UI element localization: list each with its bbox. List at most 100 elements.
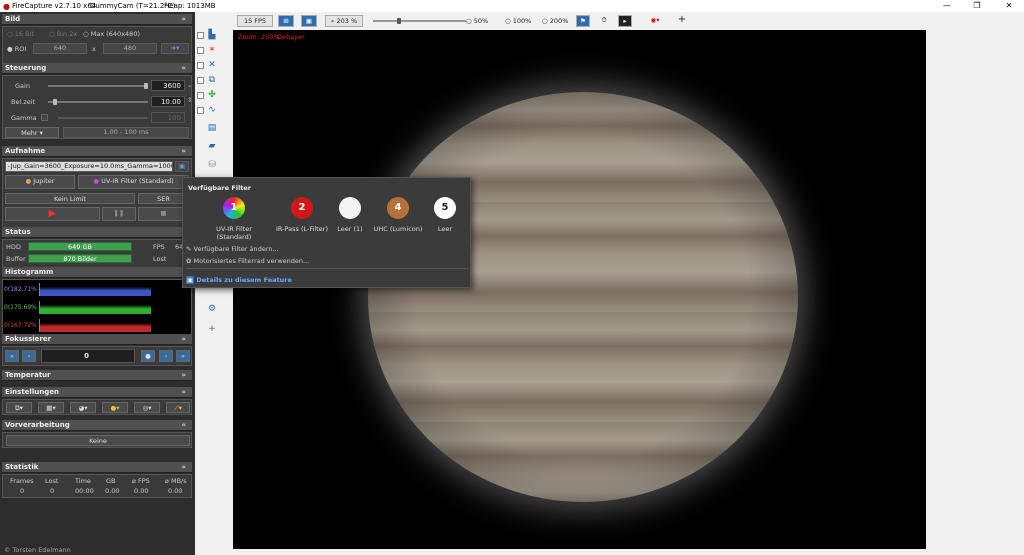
focus-position[interactable]: 0: [41, 349, 135, 363]
gain-slider-knob[interactable]: [144, 83, 148, 89]
tool-checkbox[interactable]: [197, 92, 204, 99]
limit-button[interactable]: Kein Limit: [5, 193, 135, 204]
filename-field[interactable]: -Jup_Gain=3600_Exposure=10.0ms_Gamma=100…: [5, 161, 173, 172]
screenshot-icon[interactable]: ▤: [206, 123, 218, 133]
details-link[interactable]: ▣ Details zu diesem Feature: [186, 276, 292, 284]
tool-checkbox[interactable]: [197, 77, 204, 84]
console-icon[interactable]: ▸: [618, 15, 632, 27]
preprocessing-button[interactable]: Keine: [6, 435, 190, 446]
focus-stop-button[interactable]: ●: [141, 350, 155, 362]
zoom-200-option[interactable]: ○ 200%: [542, 17, 568, 25]
bit16-option[interactable]: ○ 16 Bit: [7, 30, 34, 38]
add-tool-icon[interactable]: +: [206, 324, 218, 334]
bin2-option[interactable]: ○ Bin 2x: [49, 30, 77, 38]
add-icon[interactable]: +: [676, 15, 688, 27]
view-toolbar: 15 FPS ⊞ ▣ ⌕ 203 % ○ 50% ○ 100% ○ 200% ⚑…: [233, 12, 1024, 30]
zoom-slider[interactable]: [373, 20, 466, 22]
focus-back-button[interactable]: ‹: [22, 350, 36, 362]
maximize-button[interactable]: ❐: [962, 0, 992, 12]
color-tool-icon[interactable]: ✤: [206, 90, 218, 100]
record-button[interactable]: ▶: [5, 207, 100, 221]
collapse-icon[interactable]: «: [181, 14, 186, 25]
settings-copy-button[interactable]: ⧉▾: [6, 402, 32, 413]
gamma-value[interactable]: 100: [151, 112, 185, 123]
gamma-slider[interactable]: [58, 117, 148, 119]
section-temperatur-header[interactable]: Temperatur»: [2, 370, 192, 381]
close-button[interactable]: ✕: [994, 0, 1024, 12]
filter-1-icon[interactable]: 1: [223, 197, 245, 219]
focus-forward-button[interactable]: ›: [159, 350, 173, 362]
motor-filterwheel-item[interactable]: ✿ Motorisiertes Filterrad verwenden...: [186, 257, 309, 265]
max-option[interactable]: ○ Max (640x480): [83, 30, 140, 38]
pause-button[interactable]: ❚❚: [102, 207, 136, 221]
zoom-100-option[interactable]: ○ 100%: [505, 17, 531, 25]
folder-icon[interactable]: ▣: [175, 161, 189, 172]
crosshair-tool-icon[interactable]: ✕: [206, 60, 218, 70]
database-icon[interactable]: ⛁: [206, 160, 218, 170]
settings-color-button[interactable]: ◕▾: [70, 402, 96, 413]
filter-5-label[interactable]: Leer: [410, 225, 480, 233]
section-steuerung-header[interactable]: Steuerung «: [2, 63, 192, 74]
edit-filters-item[interactable]: ✎ Verfügbare Filter ändern...: [186, 245, 279, 253]
roi-option[interactable]: ● ROI: [7, 45, 26, 53]
full-view-icon[interactable]: ▣: [301, 15, 317, 27]
filter-4-icon[interactable]: 4: [387, 197, 409, 219]
gain-value[interactable]: 3600: [151, 80, 185, 91]
open-folder-icon[interactable]: ▰: [206, 141, 218, 151]
object-button[interactable]: ● Jupiter: [5, 175, 75, 189]
settings-camera-button[interactable]: ◎▾: [134, 402, 160, 413]
gain-dropdown-icon[interactable]: ⌄: [187, 81, 192, 89]
filter-5-icon[interactable]: 5: [434, 197, 456, 219]
record-indicator-icon[interactable]: ◉▾: [645, 15, 665, 27]
section-einstellungen-header[interactable]: Einstellungen «: [2, 387, 192, 398]
roi-height[interactable]: 480: [103, 43, 157, 54]
heap-label: Heap: 1013MB: [164, 2, 216, 10]
hdd-bar: 649 GB: [28, 242, 132, 251]
focus-fast-back-button[interactable]: «: [5, 350, 19, 362]
section-aufnahme-header[interactable]: Aufnahme «: [2, 146, 192, 157]
section-fokus-header[interactable]: Fokussierer «: [2, 334, 192, 345]
tracking-icon[interactable]: ⚑: [576, 15, 590, 27]
settings-light-button[interactable]: ●▾: [102, 402, 128, 413]
zoom-slider-knob[interactable]: [397, 18, 401, 24]
filter-button[interactable]: ● UV-IR Filter (Standard): [78, 175, 189, 189]
filter-2-icon[interactable]: 2: [291, 197, 313, 219]
tool-checkbox[interactable]: [197, 47, 204, 54]
target-tool-icon[interactable]: ✶: [206, 45, 218, 55]
section-vorverarbeitung-header[interactable]: Vorverarbeitung «: [2, 420, 192, 431]
gamma-checkbox[interactable]: [41, 114, 48, 121]
camera-view[interactable]: Zoom: 203% Debayer: [233, 30, 926, 549]
tool-checkbox[interactable]: [197, 62, 204, 69]
exposure-stepper-icon[interactable]: ⇕: [187, 96, 192, 104]
section-histogramm-header[interactable]: Histogramm«: [2, 267, 192, 278]
minimize-button[interactable]: —: [932, 0, 962, 12]
fit-view-icon[interactable]: ⊞: [278, 15, 294, 27]
zoom-50-option[interactable]: ○ 50%: [466, 17, 488, 25]
exposure-range[interactable]: 1.00 - 100 ms: [63, 127, 189, 138]
stat-value: 00:00: [75, 487, 94, 495]
section-bild-header[interactable]: Bild «: [2, 14, 192, 25]
tool-checkbox[interactable]: [197, 107, 204, 114]
gain-slider[interactable]: [48, 85, 148, 87]
roi-arrow-button[interactable]: ➜▾: [161, 43, 189, 54]
exposure-value[interactable]: 10.00: [151, 96, 185, 107]
filter-3-icon[interactable]: [339, 197, 361, 219]
hist-green: [39, 301, 151, 314]
histogram-tool-icon[interactable]: ▙: [206, 30, 218, 40]
exposure-slider-knob[interactable]: [53, 99, 57, 105]
wave-tool-icon[interactable]: ∿: [206, 105, 218, 115]
section-status-header[interactable]: Status«: [2, 227, 192, 238]
roi-width[interactable]: 640: [33, 43, 87, 54]
exposure-slider[interactable]: [48, 101, 148, 103]
timer-icon[interactable]: ⏱: [597, 15, 611, 27]
settings-icon[interactable]: ⚙: [206, 304, 218, 314]
mehr-button[interactable]: Mehr ▾: [5, 127, 59, 138]
tool-checkbox[interactable]: [197, 32, 204, 39]
section-statistik-header[interactable]: Statistik «: [2, 462, 192, 473]
zoom-indicator[interactable]: ⌕ 203 %: [325, 15, 363, 27]
image-tool-icon[interactable]: ⧉: [206, 75, 218, 85]
focus-fast-forward-button[interactable]: »: [176, 350, 190, 362]
settings-grid-button[interactable]: ▦▾: [38, 402, 64, 413]
filter-1-label[interactable]: UV-IR Filter (Standard): [199, 225, 269, 241]
settings-tool-button[interactable]: ⟋▾: [166, 402, 190, 413]
